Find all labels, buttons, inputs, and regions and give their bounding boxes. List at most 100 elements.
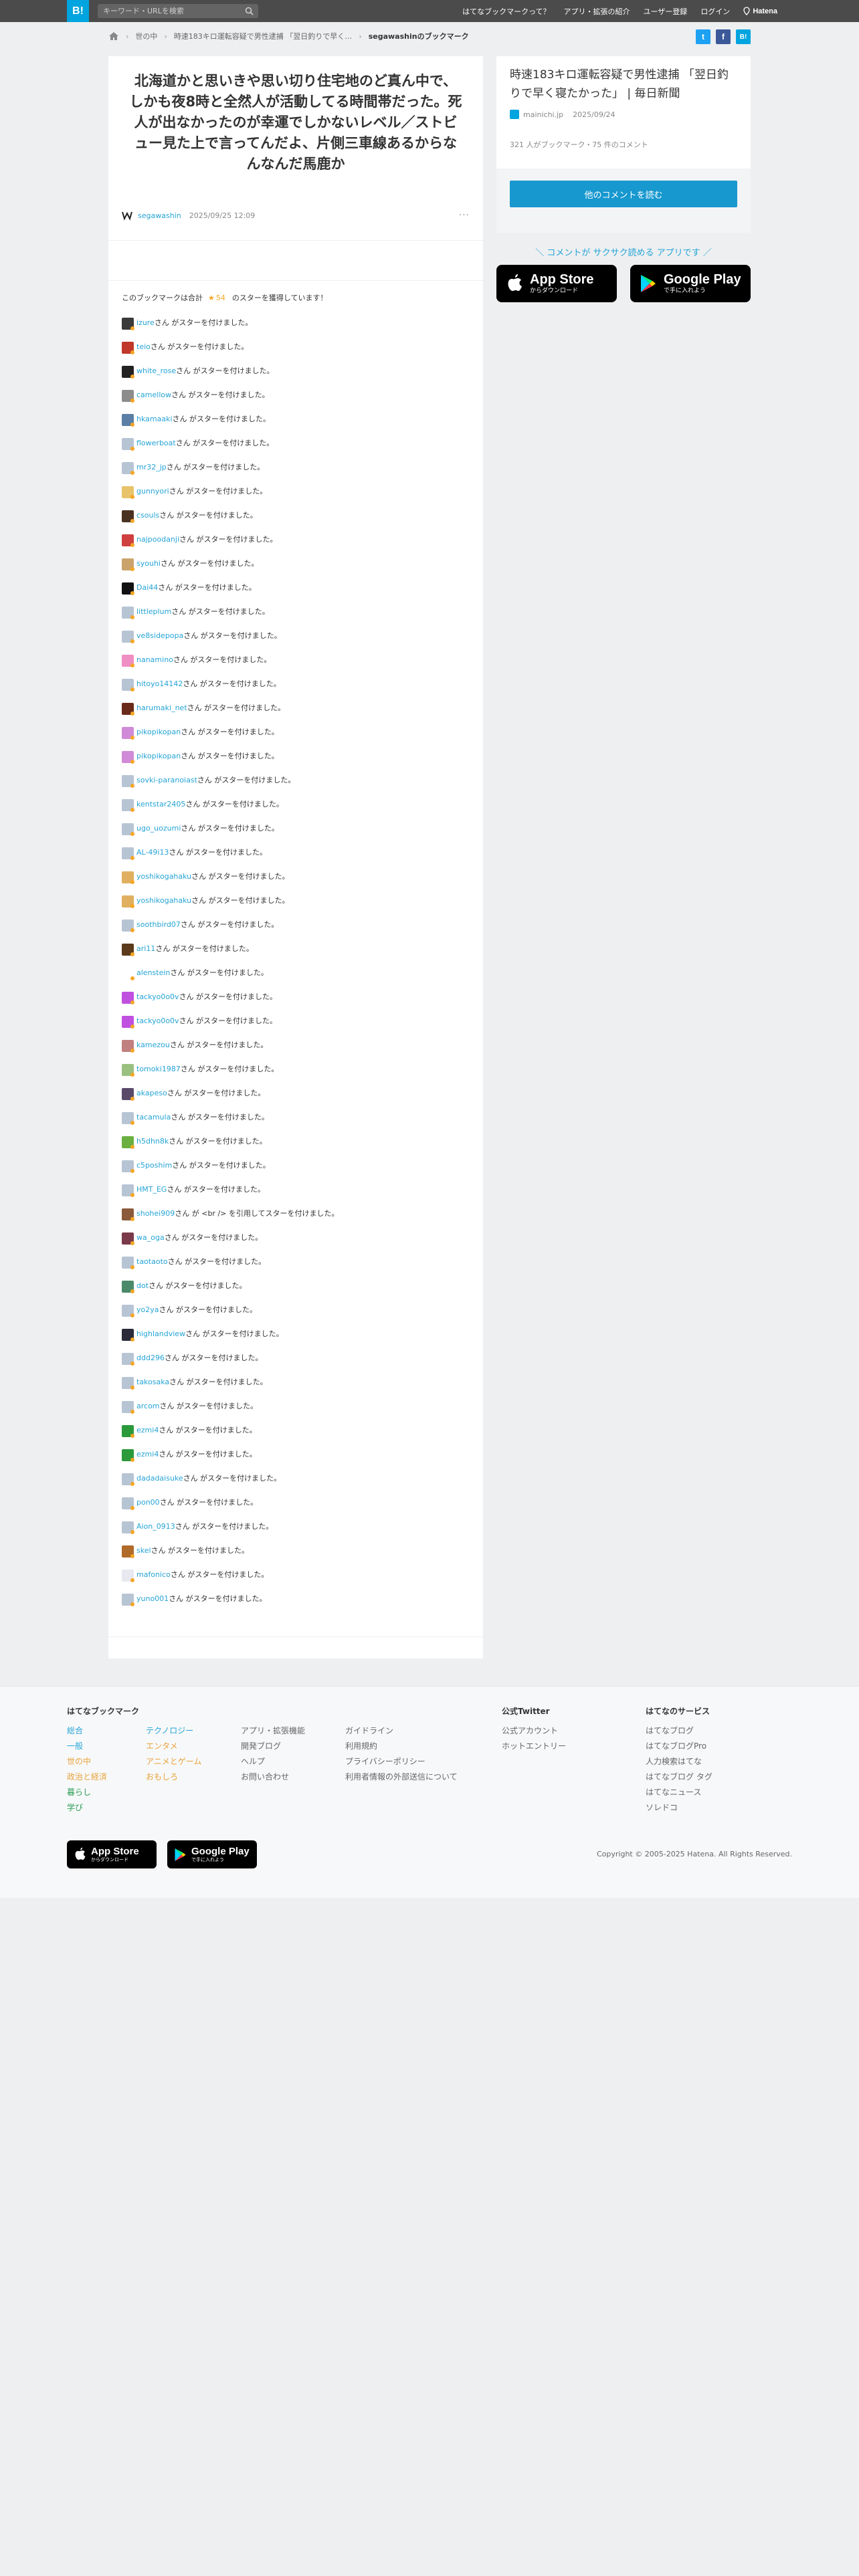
star-user-avatar[interactable] — [122, 1232, 134, 1245]
star-user-avatar[interactable] — [122, 655, 134, 667]
star-user-avatar[interactable] — [122, 1521, 134, 1534]
hatena-share-button[interactable]: B! — [736, 29, 751, 44]
google-play-button[interactable]: Google Play で手に入れよう — [630, 265, 751, 302]
nav-apps[interactable]: アプリ・拡張の紹介 — [564, 6, 630, 17]
star-user-link[interactable]: ezmi4 — [136, 1425, 159, 1436]
star-user-link[interactable]: mafonico — [136, 1570, 171, 1580]
twitter-share-button[interactable]: t — [696, 29, 710, 44]
footer-link[interactable]: アニメとゲーム — [146, 1754, 201, 1769]
star-user-avatar[interactable] — [122, 1401, 134, 1414]
star-user-link[interactable]: HMT_EG — [136, 1184, 167, 1195]
bookmark-user[interactable]: segawashin — [138, 211, 181, 220]
footer-link[interactable]: ホットエントリー — [502, 1739, 566, 1754]
star-user-avatar[interactable] — [122, 823, 134, 836]
star-user-avatar[interactable] — [122, 366, 134, 379]
star-user-link[interactable]: ezmi4 — [136, 1449, 159, 1460]
star-user-avatar[interactable] — [122, 679, 134, 691]
star-user-link[interactable]: syouhi — [136, 558, 161, 569]
star-user-avatar[interactable] — [122, 486, 134, 499]
star-user-avatar[interactable] — [122, 414, 134, 427]
entry-title[interactable]: 時速183キロ運転容疑で男性逮捕 「翌日釣りで早く寝たかった」 | 毎日新聞 — [510, 66, 737, 103]
footer-link[interactable]: エンタメ — [146, 1739, 201, 1754]
star-user-link[interactable]: ari11 — [136, 944, 155, 954]
star-user-link[interactable]: izure — [136, 318, 155, 328]
star-user-avatar[interactable] — [122, 1088, 134, 1101]
star-user-link[interactable]: pon00 — [136, 1497, 160, 1508]
footer-link[interactable]: 暮らし — [67, 1785, 107, 1800]
star-user-link[interactable]: AL-49i13 — [136, 847, 169, 858]
star-user-link[interactable]: mr32_jp — [136, 462, 167, 473]
star-user-link[interactable]: sovki-paranoiast — [136, 775, 197, 786]
more-menu-icon[interactable]: ··· — [459, 210, 470, 221]
star-user-avatar[interactable] — [122, 1497, 134, 1510]
star-user-link[interactable]: ddd296 — [136, 1353, 165, 1364]
star-user-avatar[interactable] — [122, 968, 134, 980]
footer-link[interactable]: おもしろ — [146, 1769, 201, 1785]
star-user-avatar[interactable] — [122, 920, 134, 932]
read-other-comments-button[interactable]: 他のコメントを読む — [510, 181, 737, 207]
star-user-avatar[interactable] — [122, 871, 134, 884]
star-user-avatar[interactable] — [122, 1353, 134, 1366]
star-user-link[interactable]: csouls — [136, 510, 159, 521]
footer-link[interactable]: お問い合わせ — [241, 1769, 305, 1785]
star-user-link[interactable]: Dai44 — [136, 582, 158, 593]
star-user-avatar[interactable] — [122, 847, 134, 860]
star-user-link[interactable]: pikopikopan — [136, 727, 181, 738]
star-user-avatar[interactable] — [122, 751, 134, 764]
footer-link[interactable]: ヘルプ — [241, 1754, 305, 1769]
star-user-avatar[interactable] — [122, 438, 134, 451]
star-user-avatar[interactable] — [122, 1136, 134, 1149]
star-user-avatar[interactable] — [122, 944, 134, 956]
hatena-brand[interactable]: Hatena — [743, 7, 791, 15]
star-user-avatar[interactable] — [122, 1184, 134, 1197]
star-user-avatar[interactable] — [122, 1305, 134, 1317]
star-user-link[interactable]: kamezou — [136, 1040, 170, 1051]
star-user-avatar[interactable] — [122, 1208, 134, 1221]
footer-link[interactable]: 利用規約 — [345, 1739, 458, 1754]
star-user-link[interactable]: white_rose — [136, 366, 176, 377]
star-user-link[interactable]: wa_oga — [136, 1232, 165, 1243]
star-user-avatar[interactable] — [122, 607, 134, 619]
star-user-link[interactable]: yo2ya — [136, 1305, 159, 1315]
star-user-avatar[interactable] — [122, 992, 134, 1004]
footer-link[interactable]: 総合 — [67, 1723, 107, 1739]
star-user-link[interactable]: harumaki_net — [136, 703, 187, 714]
footer-link[interactable]: はてなブログ — [646, 1723, 712, 1739]
star-user-link[interactable]: pikopikopan — [136, 751, 181, 762]
star-user-avatar[interactable] — [122, 1040, 134, 1053]
app-store-button[interactable]: App Store からダウンロード — [496, 265, 617, 302]
breadcrumb-category[interactable]: 世の中 — [135, 31, 157, 41]
star-user-link[interactable]: littleplum — [136, 607, 171, 617]
search-box[interactable] — [98, 4, 258, 18]
footer-link[interactable]: 一般 — [67, 1739, 107, 1754]
star-user-link[interactable]: teio — [136, 342, 151, 352]
star-user-link[interactable]: najpoodanji — [136, 534, 179, 545]
footer-link[interactable]: 世の中 — [67, 1754, 107, 1769]
star-user-avatar[interactable] — [122, 1545, 134, 1558]
star-user-link[interactable]: c5poshim — [136, 1160, 172, 1171]
footer-link[interactable]: 開発ブログ — [241, 1739, 305, 1754]
footer-link[interactable]: プライバシーポリシー — [345, 1754, 458, 1769]
entry-domain[interactable]: mainichi.jp — [523, 110, 563, 119]
star-user-avatar[interactable] — [122, 1473, 134, 1486]
star-user-link[interactable]: flowerboat — [136, 438, 176, 449]
star-user-link[interactable]: highlandview — [136, 1329, 185, 1339]
star-user-link[interactable]: camellow — [136, 390, 171, 401]
star-user-link[interactable]: yoshikogahaku — [136, 871, 191, 882]
star-user-link[interactable]: nanamino — [136, 655, 173, 665]
star-user-avatar[interactable] — [122, 1257, 134, 1269]
star-user-link[interactable]: alenstein — [136, 968, 170, 978]
search-icon[interactable] — [245, 7, 254, 15]
star-user-link[interactable]: gunnyori — [136, 486, 169, 497]
star-user-link[interactable]: dadadaisuke — [136, 1473, 183, 1484]
footer-link[interactable]: 公式アカウント — [502, 1723, 566, 1739]
footer-link[interactable]: 政治と経済 — [67, 1769, 107, 1785]
footer-link[interactable]: ソレドコ — [646, 1800, 712, 1816]
facebook-share-button[interactable]: f — [716, 29, 731, 44]
star-user-avatar[interactable] — [122, 318, 134, 330]
star-user-link[interactable]: yoshikogahaku — [136, 895, 191, 906]
star-user-link[interactable]: takosaka — [136, 1377, 169, 1388]
star-user-link[interactable]: hitoyo14142 — [136, 679, 183, 689]
nav-about[interactable]: はてなブックマークって？ — [462, 6, 550, 17]
star-user-avatar[interactable] — [122, 799, 134, 812]
